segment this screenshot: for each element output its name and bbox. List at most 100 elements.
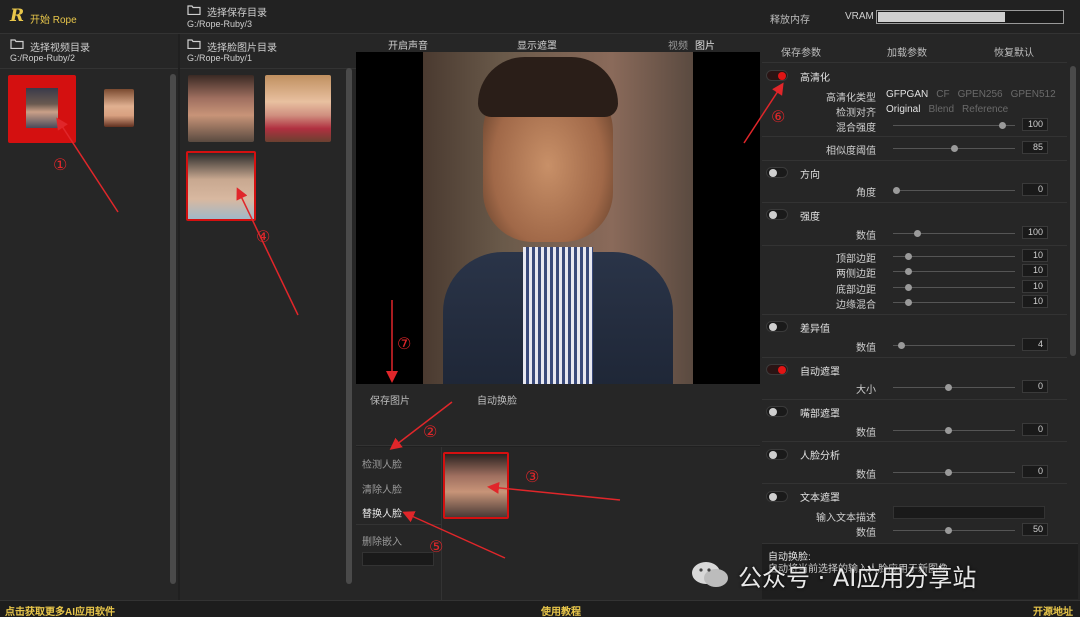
diff-toggle[interactable] [766, 321, 788, 332]
face-thumb[interactable] [188, 75, 254, 142]
face-actions: 检测人脸 清除人脸 替换人脸 删除嵌入 [356, 447, 442, 600]
bottom-border-value[interactable]: 10 [1022, 280, 1048, 293]
enhance-type-options[interactable]: GFPGAN CF GPEN256 GPEN512 [886, 89, 1064, 100]
enhance-toggle[interactable] [766, 70, 788, 81]
auto-mask-slider[interactable] [893, 384, 1015, 391]
scrollbar[interactable] [1070, 66, 1076, 356]
save-image-button[interactable]: 保存图片 [370, 392, 410, 407]
auto-swap-button[interactable]: 自动换脸 [477, 392, 517, 407]
auto-mask-value[interactable]: 0 [1022, 380, 1048, 393]
slider-knob[interactable] [904, 268, 912, 275]
side-border-slider[interactable] [893, 268, 1015, 275]
slider-knob[interactable] [944, 427, 952, 434]
diff-value[interactable]: 4 [1022, 338, 1048, 351]
found-face-thumb[interactable] [443, 452, 509, 519]
release-memory-button[interactable]: 释放内存 [770, 11, 810, 26]
folder-icon[interactable] [187, 39, 201, 49]
slider-knob[interactable] [913, 230, 921, 237]
similarity-value[interactable]: 85 [1022, 141, 1048, 154]
option-gfpgan[interactable]: GFPGAN [886, 89, 928, 100]
strength-label: 数值 [856, 231, 876, 242]
open-source-link[interactable]: 开源地址 [1033, 603, 1073, 617]
scrollbar[interactable] [170, 74, 176, 584]
slider-knob[interactable] [998, 122, 1006, 129]
embed-input[interactable] [362, 552, 434, 566]
face-dir-button[interactable]: 选择脸图片目录 [207, 39, 277, 54]
face-parse-title: 人脸分析 [800, 451, 840, 462]
slider-knob[interactable] [897, 342, 905, 349]
mouth-mask-value[interactable]: 0 [1022, 423, 1048, 436]
swap-faces-button[interactable]: 替换人脸 [362, 505, 402, 520]
restore-default-button[interactable]: 恢复默认 [994, 44, 1034, 59]
blend-strength-slider[interactable] [893, 122, 1015, 129]
folder-icon[interactable] [187, 5, 201, 15]
text-desc-input[interactable] [893, 506, 1045, 519]
mask-toggle[interactable]: 显示遮罩 [517, 37, 557, 52]
orientation-toggle[interactable] [766, 167, 788, 178]
strength-slider[interactable] [893, 230, 1015, 237]
option-gpen256[interactable]: GPEN256 [958, 89, 1003, 100]
diff-slider[interactable] [893, 342, 1015, 349]
bottom-border-slider[interactable] [893, 284, 1015, 291]
slider-knob[interactable] [904, 299, 912, 306]
slider-knob[interactable] [950, 145, 958, 152]
edge-blend-value[interactable]: 10 [1022, 295, 1048, 308]
strength-value[interactable]: 100 [1022, 226, 1048, 239]
mouth-mask-toggle[interactable] [766, 406, 788, 417]
video-thumb[interactable] [104, 89, 134, 127]
audio-toggle[interactable]: 开启声音 [388, 37, 428, 52]
mouth-mask-slider[interactable] [893, 427, 1015, 434]
option-reference[interactable]: Reference [962, 104, 1008, 115]
align-options[interactable]: Original Blend Reference [886, 104, 1016, 115]
load-params-button[interactable]: 加载参数 [887, 44, 927, 59]
option-gpen512[interactable]: GPEN512 [1011, 89, 1056, 100]
similarity-slider[interactable] [893, 145, 1015, 152]
face-parse-toggle[interactable] [766, 449, 788, 460]
slider-knob[interactable] [893, 187, 900, 194]
scrollbar[interactable] [346, 68, 352, 584]
face-thumb-selected[interactable] [186, 151, 256, 221]
tab-image[interactable]: 图片 [695, 37, 715, 52]
face-parse-value[interactable]: 0 [1022, 465, 1048, 478]
option-cf[interactable]: CF [936, 89, 949, 100]
more-apps-link[interactable]: 点击获取更多AI应用软件 [5, 603, 115, 617]
video-dir-button[interactable]: 选择视频目录 [30, 39, 90, 54]
strength-toggle[interactable] [766, 209, 788, 220]
face-parse-slider[interactable] [893, 469, 1015, 476]
tutorial-link[interactable]: 使用教程 [541, 603, 581, 617]
video-thumb-selected[interactable] [8, 75, 76, 143]
text-mask-toggle[interactable] [766, 491, 788, 502]
side-border-value[interactable]: 10 [1022, 264, 1048, 277]
edge-blend-label: 边缘混合 [836, 300, 876, 311]
vram-bar-fill [878, 12, 1005, 22]
folder-icon[interactable] [10, 39, 24, 49]
watermark-text: 公众号 · AI应用分享站 [738, 563, 977, 592]
face-thumb[interactable] [265, 75, 331, 142]
blend-strength-value[interactable]: 100 [1022, 118, 1048, 131]
auto-mask-toggle[interactable] [766, 364, 788, 375]
save-dir-button[interactable]: 选择保存目录 [207, 4, 267, 19]
start-rope-button[interactable]: 开始 Rope [30, 11, 77, 26]
option-original[interactable]: Original [886, 104, 920, 115]
tab-video[interactable]: 视频 [668, 37, 688, 52]
edge-blend-slider[interactable] [893, 299, 1015, 306]
slider-knob[interactable] [944, 469, 952, 476]
angle-value[interactable]: 0 [1022, 183, 1048, 196]
slider-knob[interactable] [944, 384, 952, 391]
watermark: 公众号 · AI应用分享站 [690, 558, 976, 592]
clear-faces-button[interactable]: 清除人脸 [362, 481, 402, 496]
angle-slider[interactable] [893, 187, 1015, 194]
detect-faces-button[interactable]: 检测人脸 [362, 456, 402, 471]
save-params-button[interactable]: 保存参数 [781, 44, 821, 59]
slider-knob[interactable] [904, 284, 912, 291]
face-dir-path: G:/Rope-Ruby/1 [187, 53, 253, 63]
text-mask-value[interactable]: 50 [1022, 523, 1048, 536]
top-border-slider[interactable] [893, 253, 1015, 260]
slider-knob[interactable] [904, 253, 912, 260]
text-mask-slider[interactable] [893, 527, 1015, 534]
delete-embed-button[interactable]: 删除嵌入 [362, 533, 402, 548]
slider-knob[interactable] [944, 527, 952, 534]
option-blend[interactable]: Blend [928, 104, 954, 115]
top-border-value[interactable]: 10 [1022, 249, 1048, 262]
enhance-title: 高清化 [800, 73, 830, 84]
